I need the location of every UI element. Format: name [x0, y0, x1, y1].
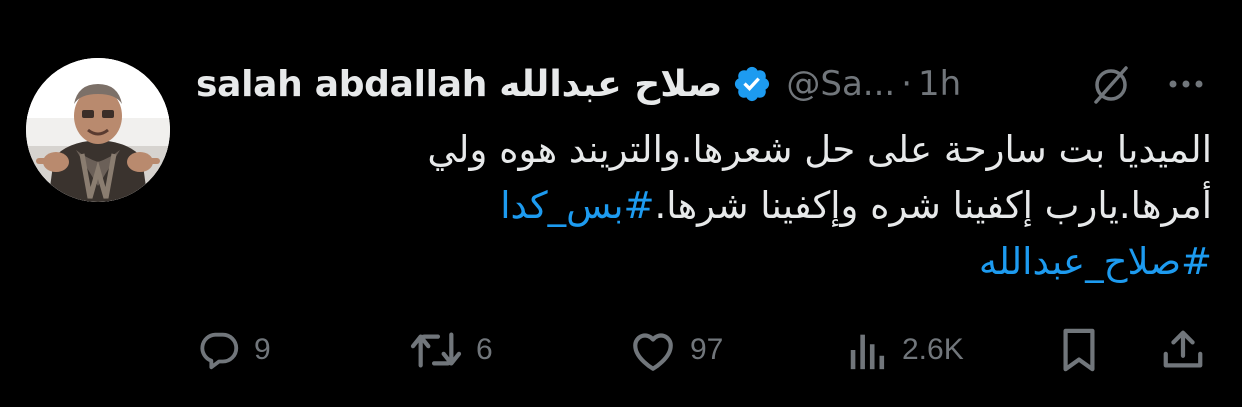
action-bar: 9 6 97 2.6K	[0, 322, 1242, 378]
share-button[interactable]	[1160, 322, 1206, 378]
tweet-text-line-1: الميديا بت سارحة على حل شعرها.والتريند ه…	[427, 128, 1212, 171]
reply-button[interactable]: 9	[196, 322, 271, 378]
repost-button[interactable]: 6	[408, 322, 493, 378]
tweet-text: الميديا بت سارحة على حل شعرها.والتريند ه…	[200, 122, 1212, 290]
bookmark-button[interactable]	[1058, 322, 1100, 378]
separator-dot: ·	[901, 64, 913, 104]
verified-badge-icon	[732, 64, 772, 104]
more-icon[interactable]	[1164, 66, 1208, 102]
views-count: 2.6K	[902, 333, 964, 366]
views-button[interactable]: 2.6K	[846, 322, 964, 378]
reply-count: 9	[254, 333, 271, 366]
display-name[interactable]: salah abdallah صلاح عبدالله	[196, 64, 723, 105]
avatar[interactable]	[26, 58, 170, 202]
hashtag-link[interactable]: #بس_كدا	[500, 184, 654, 227]
tweet-text-line-2-plain: أمرها.يارب إكفينا شره وإكفينا شرها.	[654, 184, 1212, 227]
user-handle[interactable]: @Sa...	[786, 64, 895, 104]
like-icon	[633, 333, 673, 371]
bookmark-icon	[1063, 328, 1095, 372]
hashtag-link[interactable]: #صلاح_عبدالله	[979, 240, 1212, 283]
reply-icon	[200, 332, 239, 370]
repost-icon	[410, 332, 462, 368]
tweet-text-line-2: أمرها.يارب إكفينا شره وإكفينا شرها.#بس_ك…	[200, 178, 1212, 234]
like-count: 97	[690, 333, 724, 366]
repost-count: 6	[476, 333, 493, 366]
tweet-header: salah abdallah صلاح عبدالله @Sa... · 1h	[196, 60, 961, 108]
grok-icon[interactable]	[1090, 64, 1132, 106]
tweet-text-line-3: #صلاح_عبدالله	[200, 234, 1212, 290]
like-button[interactable]: 97	[628, 322, 723, 378]
views-icon	[850, 334, 885, 370]
share-icon	[1163, 330, 1203, 368]
timestamp[interactable]: 1h	[918, 64, 961, 104]
